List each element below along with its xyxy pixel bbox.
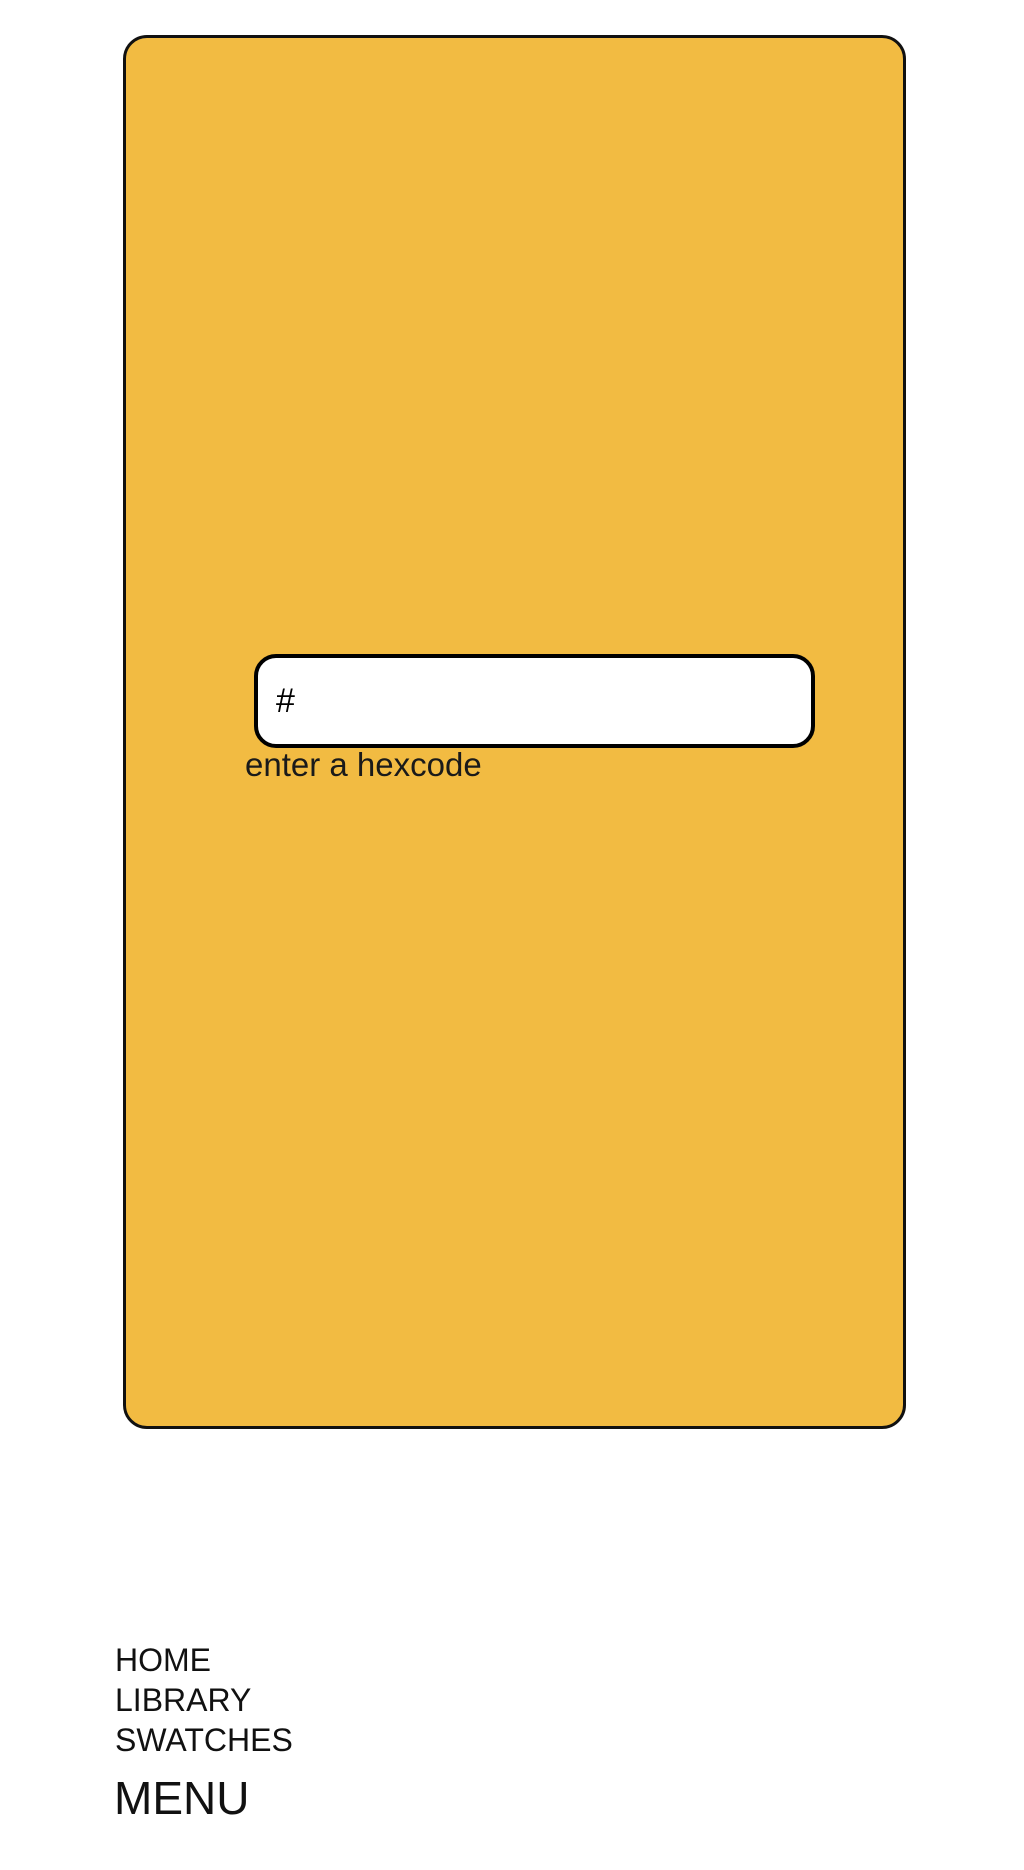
hexcode-hint: enter a hexcode — [245, 746, 482, 783]
hexcode-input-box[interactable]: # — [254, 654, 815, 748]
nav-item-swatches[interactable]: SWATCHES — [115, 1720, 293, 1760]
hexcode-input[interactable] — [300, 671, 793, 731]
hash-prefix: # — [276, 682, 295, 720]
nav-menu: HOME LIBRARY SWATCHES — [115, 1640, 293, 1760]
menu-toggle[interactable]: MENU — [114, 1771, 249, 1825]
nav-item-library[interactable]: LIBRARY — [115, 1680, 293, 1720]
nav-item-home[interactable]: HOME — [115, 1640, 293, 1680]
